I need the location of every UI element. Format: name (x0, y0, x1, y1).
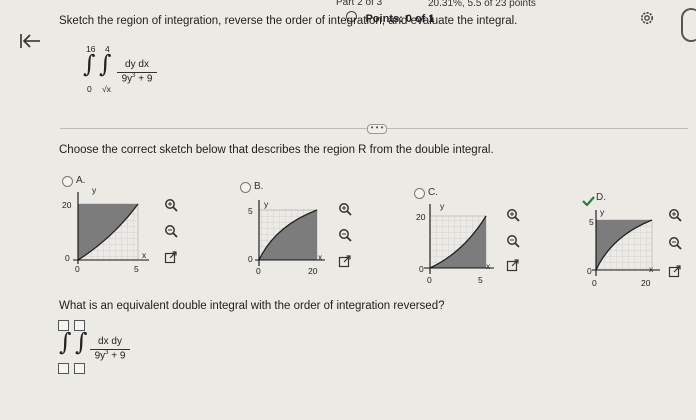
integrand-denominator: 9y3 + 9 (117, 73, 157, 84)
zoom-out-icon[interactable] (506, 234, 520, 248)
reversed-integral: ∫ ∫ dx dy 9y3 + 9 (56, 316, 176, 378)
option-d-letter: D. (596, 192, 606, 203)
denominator-rest: + 9 (135, 73, 153, 85)
score-summary: 20.31%, 5.5 of 23 points (428, 0, 536, 9)
choose-prompt: Choose the correct sketch below that des… (59, 144, 494, 156)
option-a[interactable]: A. y 20 0 0 5 x (58, 172, 208, 282)
option-a-y-top-label: 20 (62, 200, 72, 210)
outer-lower-limit: 0 (87, 84, 92, 94)
option-d-x-zero-label: 0 (592, 278, 597, 288)
reversed-denominator: 9y3 + 9 (90, 350, 130, 361)
popout-icon[interactable] (164, 250, 178, 264)
option-c-x-right-label: 5 (478, 275, 483, 285)
option-d-x-right-label: 20 (641, 278, 651, 288)
inner-integral-sign: ∫ (75, 328, 88, 356)
integrand-numerator: dy dx (125, 59, 149, 70)
denominator-base: 9y (94, 350, 106, 362)
denominator-rest: + 9 (108, 350, 126, 362)
checkmark-icon[interactable] (582, 193, 595, 207)
option-c[interactable]: C. y 20 0 0 5 x (410, 178, 560, 288)
option-a-radio[interactable] (62, 176, 73, 187)
option-a-x-right-label: 5 (134, 264, 139, 274)
option-b[interactable]: B. y 5 0 0 20 x (236, 172, 386, 282)
reverse-prompt: What is an equivalent double integral wi… (59, 300, 445, 312)
side-panel-edge (681, 8, 696, 42)
given-integral: 16 4 ∫ ∫ 0 √x dy dx 9y3 + 9 (80, 44, 190, 100)
option-d[interactable]: D. y 5 0 0 20 x (580, 186, 696, 296)
option-c-graph (424, 204, 494, 274)
option-b-radio[interactable] (240, 182, 251, 193)
zoom-in-icon[interactable] (338, 202, 352, 216)
option-b-y-zero-label: 0 (248, 254, 253, 264)
arrow-left-bar-icon[interactable] (19, 33, 41, 49)
popout-icon[interactable] (668, 264, 682, 278)
question-prompt: Sketch the region of integration, revers… (59, 15, 518, 27)
inner-integral-sign: ∫ (99, 50, 112, 78)
outer-integral-sign: ∫ (83, 50, 96, 78)
zoom-in-icon[interactable] (668, 208, 682, 222)
reversed-numerator: dx dy (98, 336, 122, 347)
zoom-out-icon[interactable] (164, 224, 178, 238)
zoom-out-icon[interactable] (668, 236, 682, 250)
option-a-y-zero-label: 0 (65, 253, 70, 263)
option-a-letter: A. (76, 175, 86, 186)
zoom-out-icon[interactable] (338, 228, 352, 242)
more-button[interactable]: • • • (367, 124, 387, 134)
option-d-graph (592, 210, 660, 276)
option-b-letter: B. (254, 181, 264, 192)
option-a-x-zero-label: 0 (75, 264, 80, 274)
option-c-letter: C. (428, 187, 438, 198)
inner-lower-limit-input[interactable] (74, 363, 85, 374)
inner-lower-limit: √x (102, 84, 111, 94)
part-indicator: Part 2 of 3 (336, 0, 383, 8)
popout-icon[interactable] (338, 254, 352, 268)
option-b-y-top-label: 5 (248, 206, 253, 216)
option-c-x-zero-label: 0 (427, 275, 432, 285)
zoom-in-icon[interactable] (506, 208, 520, 222)
gear-icon[interactable] (639, 10, 655, 26)
option-a-graph (73, 192, 149, 264)
denominator-base: 9y (121, 73, 133, 85)
option-b-graph (255, 200, 325, 266)
option-c-radio[interactable] (414, 188, 425, 199)
outer-integral-sign: ∫ (59, 328, 72, 356)
popout-icon[interactable] (506, 258, 520, 272)
zoom-in-icon[interactable] (164, 198, 178, 212)
outer-lower-limit-input[interactable] (58, 363, 69, 374)
